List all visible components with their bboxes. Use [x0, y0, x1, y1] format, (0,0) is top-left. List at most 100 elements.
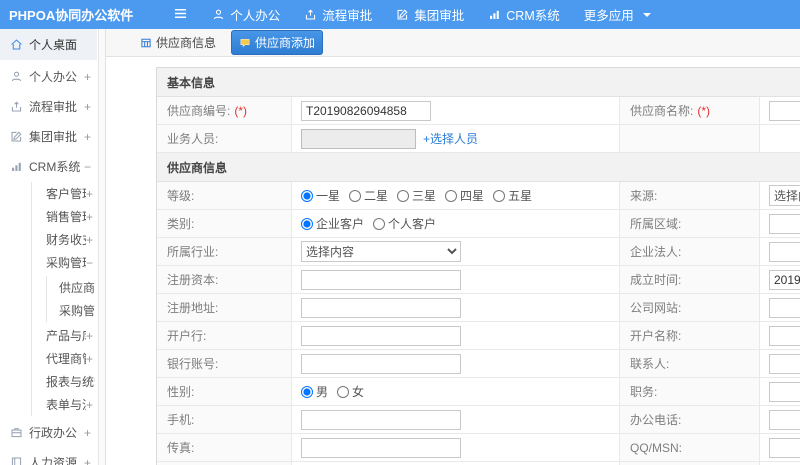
qq-msn-input[interactable] [769, 437, 800, 458]
company-website-input[interactable] [769, 297, 800, 318]
account-name-input[interactable] [769, 325, 800, 346]
category-radio-input-0[interactable] [301, 217, 313, 230]
field-label: 手机: [167, 413, 195, 427]
collapse-icon: − [83, 159, 91, 174]
legal-person-input[interactable] [769, 241, 800, 262]
tab-supplier-add[interactable]: 供应商添加 [231, 30, 324, 55]
sidebar-item-purchase-management-sub[interactable]: 采购管理 [47, 299, 97, 322]
cell-office-phone [760, 406, 800, 433]
share-icon [10, 100, 23, 113]
gender-radio-0[interactable]: 男 [301, 383, 328, 400]
sidebar-item-purchase-management[interactable]: 采购管理− [32, 251, 97, 274]
grid-icon [140, 37, 152, 49]
field-label: 供应商编号: [167, 104, 231, 118]
gender-radio-1[interactable]: 女 [337, 383, 364, 400]
field-label: 注册地址: [167, 301, 219, 315]
business-person-input[interactable] [301, 128, 416, 149]
bank-name-input[interactable] [301, 325, 461, 346]
fax-input[interactable] [301, 437, 461, 458]
region-input[interactable] [769, 213, 800, 234]
contact-person-input[interactable] [769, 353, 800, 374]
sidebar-item-crm-system[interactable]: CRM系统 − [0, 153, 97, 180]
sidebar-item-group-approval[interactable]: 集团审批 + [0, 123, 97, 150]
sidebar-item-reports-statistics[interactable]: 报表与统计 [32, 370, 97, 393]
field-label: 银行账号: [167, 357, 219, 371]
label-company-website: 公司网站: [620, 294, 760, 321]
radio-label: 五星 [508, 189, 533, 203]
required-marker: (*) [234, 103, 248, 118]
sidebar-scrollbar[interactable] [98, 29, 105, 465]
cell-registered-address [292, 294, 620, 321]
category-radio-0[interactable]: 企业客户 [301, 215, 364, 232]
cell-mobile [292, 406, 620, 433]
sidebar-item-workflow-approval[interactable]: 流程审批 + [0, 93, 97, 120]
category-radio-1[interactable]: 个人客户 [373, 215, 436, 232]
sidebar-item-supplier-management[interactable]: 供应商管理 [47, 276, 97, 299]
sidebar-item-personal-desktop[interactable]: 个人桌面 [0, 29, 97, 60]
cell-contact-person [760, 350, 800, 377]
bank-account-input[interactable] [301, 353, 461, 374]
sidebar-item-sales-management[interactable]: 销售管理+ [32, 205, 97, 228]
sidebar-item-agent-management[interactable]: 代理商管理+ [32, 347, 97, 370]
level-radio-input-4[interactable] [493, 189, 506, 202]
cell-category: 企业客户 个人客户 [292, 210, 620, 237]
source-select[interactable]: 选择内容 [769, 185, 800, 206]
nav-personal-office[interactable]: 个人办公 [200, 0, 292, 29]
business-person-select-link[interactable]: +选择人员 [423, 130, 478, 147]
field-label: 办公电话: [630, 413, 682, 427]
gender-radio-input-1[interactable] [337, 385, 350, 398]
field-label: 传真: [167, 441, 195, 455]
mobile-input[interactable] [301, 409, 461, 430]
registered-address-input[interactable] [301, 297, 461, 318]
label-supplier-code: 供应商编号: (*) [157, 97, 292, 124]
sidebar-item-form-workflow-settings[interactable]: 表单与流程设置+ [32, 393, 97, 416]
nav-workflow-approval[interactable]: 流程审批 [292, 0, 384, 29]
menu-toggle-icon[interactable] [173, 7, 188, 23]
nav-crm-system[interactable]: CRM系统 [476, 0, 571, 29]
level-radio-input-3[interactable] [445, 189, 458, 202]
form-row: 注册地址: 公司网站: [157, 294, 800, 322]
founded-date-input[interactable] [769, 269, 800, 290]
gender-radio-input-0[interactable] [301, 385, 313, 398]
form-row: 业务人员: +选择人员 [157, 125, 800, 153]
chart-icon [10, 160, 23, 173]
tab-supplier-info[interactable]: 供应商信息 [132, 30, 224, 55]
sidebar-item-human-resources[interactable]: 人力资源 + [0, 449, 97, 465]
sidebar-item-administrative-office[interactable]: 行政办公 + [0, 419, 97, 446]
position-input[interactable] [769, 381, 800, 402]
label-fax: 传真: [157, 434, 292, 461]
nav-label: CRM系统 [506, 9, 560, 23]
sidebar-item-finance-management[interactable]: 财务收支+ [32, 228, 97, 251]
sidebar-item-label: 代理商管理 [46, 352, 86, 366]
industry-select[interactable]: 选择内容 [301, 241, 461, 262]
level-radio-4[interactable]: 五星 [493, 187, 532, 204]
level-radio-0[interactable]: 一星 [301, 187, 340, 204]
supplier-name-input[interactable] [769, 100, 800, 121]
level-radio-3[interactable]: 四星 [445, 187, 484, 204]
nav-more-apps[interactable]: 更多应用 [572, 0, 663, 29]
level-radio-input-0[interactable] [301, 189, 313, 202]
sidebar-item-customer-management[interactable]: 客户管理+ [32, 182, 97, 205]
sidebar-item-products-inventory[interactable]: 产品与库存+ [32, 324, 97, 347]
expand-icon: + [85, 351, 93, 366]
nav-group-approval[interactable]: 集团审批 [384, 0, 476, 29]
level-radio-input-1[interactable] [349, 189, 362, 202]
supplier-code-input[interactable] [301, 100, 431, 121]
level-radio-1[interactable]: 二星 [349, 187, 388, 204]
label-account-name: 开户名称: [620, 322, 760, 349]
registered-capital-input[interactable] [301, 269, 461, 290]
sidebar-item-label: 供应商管理 [59, 281, 95, 295]
field-label: 成立时间: [630, 273, 682, 287]
level-radio-2[interactable]: 三星 [397, 187, 436, 204]
nav-label: 集团审批 [414, 9, 465, 23]
category-radio-group: 企业客户 个人客户 [301, 215, 436, 232]
briefcase-icon [10, 426, 23, 439]
office-phone-input[interactable] [769, 409, 800, 430]
sidebar-item-label: 客户管理 [46, 187, 86, 201]
chart-icon [488, 8, 501, 21]
label-founded-date: 成立时间: [620, 266, 760, 293]
sidebar-item-personal-office[interactable]: 个人办公 + [0, 63, 97, 90]
category-radio-input-1[interactable] [373, 217, 386, 230]
level-radio-input-2[interactable] [397, 189, 410, 202]
section-header-supplier-details: 供应商信息 [157, 153, 800, 182]
